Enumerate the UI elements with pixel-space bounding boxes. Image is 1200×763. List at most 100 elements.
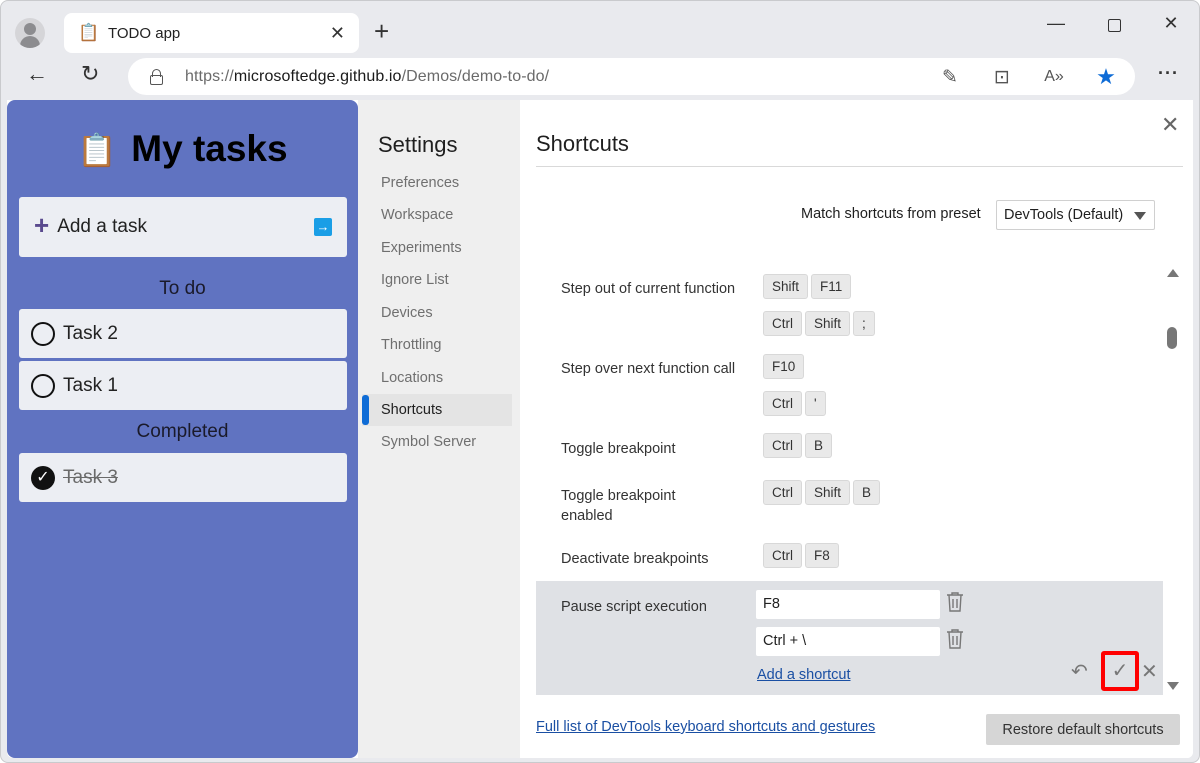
reload-button[interactable]: ↻ bbox=[81, 61, 99, 87]
add-task-button[interactable]: + Add a task → bbox=[19, 197, 347, 257]
window-close-button[interactable]: ✕ bbox=[1156, 13, 1186, 34]
checked-circle-icon[interactable]: ✓ bbox=[31, 465, 55, 490]
task-name: Task 2 bbox=[63, 322, 118, 344]
undo-icon[interactable]: ↶ bbox=[1071, 659, 1088, 684]
read-aloud-icon[interactable]: A» bbox=[1043, 68, 1065, 86]
scrollbar-thumb[interactable] bbox=[1167, 327, 1177, 349]
sidebar-item-experiments[interactable]: Experiments bbox=[362, 232, 512, 264]
tab-title: TODO app bbox=[108, 24, 181, 42]
key: Shift bbox=[805, 480, 851, 505]
url-path: /Demos/demo-to-do/ bbox=[401, 67, 550, 85]
browser-tab[interactable]: 📋 TODO app ✕ bbox=[64, 13, 359, 53]
settings-title: Settings bbox=[378, 132, 458, 157]
unchecked-circle-icon[interactable] bbox=[31, 321, 55, 346]
sidebar-item-symbol-server[interactable]: Symbol Server bbox=[362, 426, 512, 458]
shortcut-binding[interactable]: Shift F11 bbox=[763, 274, 852, 299]
url-text[interactable]: https://microsoftedge.github.io/Demos/de… bbox=[185, 68, 549, 86]
page-edit-icon[interactable]: ✎ bbox=[939, 66, 961, 89]
shortcut-input[interactable]: F8 bbox=[756, 590, 940, 619]
shortcut-input[interactable]: Ctrl + \ bbox=[756, 627, 940, 656]
profile-avatar[interactable] bbox=[15, 18, 45, 48]
key: ; bbox=[853, 311, 875, 336]
chevron-down-icon bbox=[1134, 212, 1146, 220]
address-bar-actions: ✎ ⊡ A» ★ bbox=[939, 64, 1117, 90]
minimize-button[interactable]: — bbox=[1041, 13, 1071, 34]
task-name: Task 1 bbox=[63, 374, 118, 396]
shortcut-label: Toggle breakpoint enabled bbox=[561, 488, 676, 524]
confirm-check-icon[interactable]: ✓ bbox=[1101, 651, 1139, 691]
avatar-head bbox=[24, 23, 36, 35]
close-settings-button[interactable]: ✕ bbox=[1161, 112, 1179, 138]
scrollbar[interactable] bbox=[1165, 265, 1179, 695]
task-item-completed[interactable]: ✓ Task 3 bbox=[19, 453, 347, 502]
cancel-x-icon[interactable]: ✕ bbox=[1141, 659, 1158, 684]
more-menu-button[interactable]: ··· bbox=[1158, 63, 1179, 84]
key: F8 bbox=[805, 543, 839, 568]
shortcut-binding[interactable]: Ctrl Shift B bbox=[763, 480, 881, 505]
shortcut-label: Toggle breakpoint bbox=[561, 441, 676, 457]
preset-select[interactable]: DevTools (Default) bbox=[996, 200, 1155, 230]
maximize-icon bbox=[1107, 19, 1121, 32]
add-task-label: Add a task bbox=[57, 216, 147, 237]
shortcut-binding[interactable]: Ctrl Shift ; bbox=[763, 311, 875, 336]
shortcut-binding[interactable]: Ctrl F8 bbox=[763, 543, 839, 568]
key: B bbox=[853, 480, 881, 505]
sidebar-item-ignore-list[interactable]: Ignore List bbox=[362, 264, 512, 296]
key: Ctrl bbox=[763, 311, 802, 336]
shortcut-binding[interactable]: Ctrl B bbox=[763, 433, 833, 458]
task-name: Task 3 bbox=[63, 466, 118, 488]
page-title: 📋 My tasks bbox=[7, 128, 358, 170]
shortcut-label: Step over next function call bbox=[561, 361, 736, 377]
sidebar-item-locations[interactable]: Locations bbox=[362, 362, 512, 394]
key: Ctrl bbox=[763, 543, 802, 568]
page-title-text: My tasks bbox=[131, 128, 288, 169]
clipboard-icon: 📋 bbox=[77, 132, 118, 168]
submit-arrow-icon[interactable]: → bbox=[314, 218, 332, 236]
url-host: microsoftedge.github.io bbox=[233, 67, 402, 85]
favorite-star-icon[interactable]: ★ bbox=[1095, 64, 1117, 90]
settings-sidebar: Settings Preferences Workspace Experimen… bbox=[358, 100, 520, 758]
briefcase-icon[interactable]: ⊡ bbox=[991, 66, 1013, 89]
sidebar-item-workspace[interactable]: Workspace bbox=[362, 199, 512, 231]
divider bbox=[536, 166, 1183, 167]
task-item[interactable]: Task 2 bbox=[19, 309, 347, 358]
todo-section-heading: To do bbox=[159, 278, 206, 299]
add-shortcut-link[interactable]: Add a shortcut bbox=[757, 667, 851, 683]
shortcut-label: Pause script execution bbox=[561, 599, 707, 615]
sidebar-item-preferences[interactable]: Preferences bbox=[362, 167, 512, 199]
sidebar-item-devices[interactable]: Devices bbox=[362, 297, 512, 329]
trash-icon[interactable] bbox=[945, 591, 965, 613]
full-shortcuts-list-link[interactable]: Full list of DevTools keyboard shortcuts… bbox=[536, 719, 875, 735]
clipboard-favicon-icon: 📋 bbox=[78, 23, 100, 42]
plus-icon: + bbox=[34, 210, 50, 240]
back-button[interactable]: ← bbox=[26, 61, 48, 87]
avatar-body bbox=[20, 36, 40, 48]
key: Ctrl bbox=[763, 433, 802, 458]
task-item[interactable]: Task 1 bbox=[19, 361, 347, 410]
restore-default-shortcuts-button[interactable]: Restore default shortcuts bbox=[986, 714, 1180, 745]
scroll-down-arrow-icon[interactable] bbox=[1167, 682, 1179, 690]
key: Shift bbox=[763, 274, 809, 299]
scroll-up-arrow-icon[interactable] bbox=[1167, 269, 1179, 277]
preset-label: Match shortcuts from preset bbox=[801, 206, 981, 222]
todo-app: 📋 My tasks + Add a task → To do Task 2 Ta… bbox=[7, 100, 358, 758]
shortcut-binding[interactable]: F10 bbox=[763, 354, 805, 379]
tab-close-icon[interactable]: ✕ bbox=[330, 23, 345, 44]
address-bar[interactable]: https://microsoftedge.github.io/Demos/de… bbox=[128, 58, 1135, 95]
shortcut-label: Deactivate breakpoints bbox=[561, 551, 709, 567]
shortcut-binding[interactable]: Ctrl ' bbox=[763, 391, 826, 416]
maximize-button[interactable] bbox=[1099, 13, 1129, 37]
shortcut-edit-row: Pause script execution F8 Ctrl + \ Add a… bbox=[536, 581, 1163, 695]
trash-icon[interactable] bbox=[945, 628, 965, 650]
new-tab-button[interactable]: + bbox=[374, 16, 389, 47]
shortcuts-panel: Shortcuts ✕ Match shortcuts from preset … bbox=[520, 100, 1193, 758]
page-content: 📋 My tasks + Add a task → To do Task 2 Ta… bbox=[7, 100, 1193, 758]
sidebar-item-throttling[interactable]: Throttling bbox=[362, 329, 512, 361]
key: Shift bbox=[805, 311, 851, 336]
lock-icon[interactable] bbox=[150, 68, 163, 85]
unchecked-circle-icon[interactable] bbox=[31, 373, 55, 398]
sidebar-item-shortcuts[interactable]: Shortcuts bbox=[362, 394, 512, 426]
lock-body bbox=[150, 74, 163, 85]
url-scheme: https:// bbox=[185, 67, 234, 85]
preset-value: DevTools (Default) bbox=[1004, 207, 1124, 223]
